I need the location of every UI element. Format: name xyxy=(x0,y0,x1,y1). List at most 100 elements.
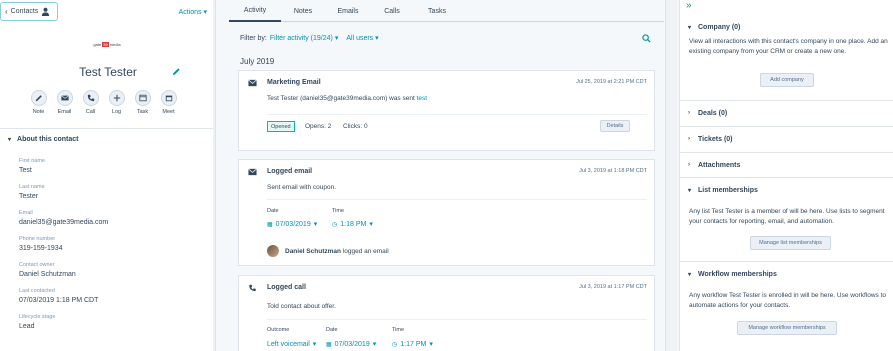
time-picker[interactable]: ◷ 1:18 PM ▾ xyxy=(332,220,373,229)
outcome-label: Outcome xyxy=(267,327,290,333)
calendar-icon: ▦ xyxy=(267,221,273,228)
contact-name: Test Tester xyxy=(79,65,137,79)
property-value: daniel35@gate39media.com xyxy=(19,219,109,226)
deals-section[interactable]: › Deals (0) xyxy=(680,100,893,126)
actions-dropdown[interactable]: Actions ▾ xyxy=(179,8,207,16)
sidebar-scrollbar[interactable] xyxy=(213,0,215,351)
logo-text-post: media xyxy=(109,41,121,47)
note-label: Note xyxy=(32,109,45,115)
attachments-section-toggle[interactable]: › Attachments xyxy=(688,153,740,177)
logo-text-pre: gate xyxy=(93,41,102,47)
about-section-toggle[interactable]: ▾ About this contact xyxy=(8,136,78,143)
section-title: Tickets (0) xyxy=(698,135,733,143)
section-title: Company (0) xyxy=(698,23,741,31)
task-label: Task xyxy=(136,109,149,115)
logged-email-card[interactable]: Logged email Jul 3, 2019 at 1:18 PM CDT … xyxy=(238,159,655,266)
about-title: About this contact xyxy=(17,136,79,143)
activity-timeline: Activity Notes Emails Calls Tasks Filter… xyxy=(229,0,664,351)
task-icon xyxy=(138,94,147,102)
card-body: Test Tester (daniel35@gate39media.com) w… xyxy=(267,95,427,102)
tickets-section-toggle[interactable]: › Tickets (0) xyxy=(688,127,733,151)
activity-tabs: Activity Notes Emails Calls Tasks xyxy=(229,0,664,22)
company-section: ▾ Company (0) View all interactions with … xyxy=(680,15,893,100)
card-title: Marketing Email xyxy=(267,79,321,86)
meet-label: Meet xyxy=(162,109,175,115)
marketing-email-card[interactable]: Marketing Email Jul 25, 2019 at 2:21 PM … xyxy=(238,70,655,151)
divider xyxy=(267,114,647,115)
task-action[interactable]: Task xyxy=(134,90,151,115)
tab-activity[interactable]: Activity xyxy=(229,0,281,22)
outcome-dropdown[interactable]: Left voicemail ▾ xyxy=(267,340,316,349)
date-value: 07/03/2019 xyxy=(275,220,311,228)
clock-icon: ◷ xyxy=(332,221,338,228)
property-phone[interactable]: Phone number 319-159-1934 xyxy=(19,236,209,262)
filter-activity-dropdown[interactable]: Filter activity (19/24) ▾ xyxy=(270,35,339,42)
call-action[interactable]: Call xyxy=(82,90,99,115)
manage-list-memberships-button[interactable]: Manage list memberships xyxy=(750,236,831,250)
pencil-icon[interactable] xyxy=(172,67,181,76)
time-value: 1:18 PM xyxy=(340,220,367,228)
section-title: Workflow memberships xyxy=(698,270,777,278)
tickets-section[interactable]: › Tickets (0) xyxy=(680,126,893,152)
section-description: Any workflow Test Tester is enrolled in … xyxy=(689,292,887,309)
chevron-right-icon: › xyxy=(688,136,690,142)
card-title: Logged email xyxy=(267,168,313,175)
search-icon[interactable] xyxy=(642,34,651,43)
tab-calls[interactable]: Calls xyxy=(371,0,413,22)
list-memberships-section: ▾ List memberships Any list Test Tester i… xyxy=(680,177,893,261)
property-last-name[interactable]: Last name Tester xyxy=(19,184,209,210)
tab-tasks[interactable]: Tasks xyxy=(413,0,461,22)
email-link[interactable]: test xyxy=(417,95,427,102)
details-button[interactable]: Details xyxy=(600,120,630,132)
property-value: Test xyxy=(19,167,32,174)
card-body: Sent email with coupon. xyxy=(267,184,337,191)
chevron-down-icon: ▾ xyxy=(688,187,692,194)
tab-notes[interactable]: Notes xyxy=(281,0,325,22)
clock-icon: ◷ xyxy=(392,341,398,348)
attachments-section[interactable]: › Attachments xyxy=(680,152,893,177)
avatar xyxy=(267,245,279,257)
email-label: Email xyxy=(57,109,72,115)
company-section-toggle[interactable]: ▾ Company (0) xyxy=(688,15,740,39)
property-lifecycle-stage[interactable]: Lifecycle stage Lead xyxy=(19,314,209,340)
contact-properties: First name Test Last name Tester Email dani… xyxy=(19,158,209,340)
deals-section-toggle[interactable]: › Deals (0) xyxy=(688,101,727,125)
contact-sidebar: ‹ Contacts Actions ▾ gate 39 media Test Te… xyxy=(0,0,216,351)
property-label: Last contacted xyxy=(19,288,55,294)
logo-text-mid: 39 xyxy=(102,41,109,47)
author-action: logged an email xyxy=(342,247,389,255)
date-picker[interactable]: ▦ 07/03/2019 ▾ xyxy=(267,220,317,229)
time-value: 1:17 PM xyxy=(400,340,427,348)
note-icon xyxy=(35,95,42,102)
collapse-icon[interactable]: » xyxy=(686,0,692,11)
email-action[interactable]: Email xyxy=(56,90,73,115)
date-picker[interactable]: ▦ 07/03/2019 ▾ xyxy=(326,340,376,349)
property-first-name[interactable]: First name Test xyxy=(19,158,209,184)
property-email[interactable]: Email daniel35@gate39media.com xyxy=(19,210,209,236)
log-label: Log xyxy=(111,109,122,115)
tab-emails[interactable]: Emails xyxy=(325,0,371,22)
log-action[interactable]: Log xyxy=(108,90,125,115)
person-icon xyxy=(42,7,50,16)
property-label: Email xyxy=(19,210,33,216)
filter-users-dropdown[interactable]: All users ▾ xyxy=(346,35,378,42)
property-last-contacted[interactable]: Last contacted 07/03/2019 1:18 PM CDT xyxy=(19,288,209,314)
property-owner[interactable]: Contact owner Daniel Schutzman xyxy=(19,262,209,288)
filter-bar: Filter by: Filter activity (19/24) ▾ All u… xyxy=(240,34,379,42)
quick-actions: Note Email Call Log Task Meet xyxy=(30,90,177,115)
status-badge: Opened xyxy=(267,121,295,132)
note-action[interactable]: Note xyxy=(30,90,47,115)
timeline-scrollbar[interactable] xyxy=(665,0,677,351)
contacts-label: Contacts xyxy=(10,8,39,15)
property-value: Daniel Schutzman xyxy=(19,271,76,278)
workflow-memberships-toggle[interactable]: ▾ Workflow memberships xyxy=(688,262,777,286)
add-company-button[interactable]: Add company xyxy=(760,73,814,87)
time-picker[interactable]: ◷ 1:17 PM ▾ xyxy=(392,340,433,349)
meet-action[interactable]: Meet xyxy=(160,90,177,115)
manage-workflow-memberships-button[interactable]: Manage workflow memberships xyxy=(737,321,837,335)
list-memberships-toggle[interactable]: ▾ List memberships xyxy=(688,178,758,202)
card-date: Jul 3, 2019 at 1:18 PM CDT xyxy=(579,168,647,174)
month-header: July 2019 xyxy=(240,57,275,66)
logged-call-card[interactable]: Logged call Jul 3, 2019 at 1:17 PM CDT T… xyxy=(238,275,655,351)
contacts-back-button[interactable]: ‹ Contacts xyxy=(0,2,58,21)
